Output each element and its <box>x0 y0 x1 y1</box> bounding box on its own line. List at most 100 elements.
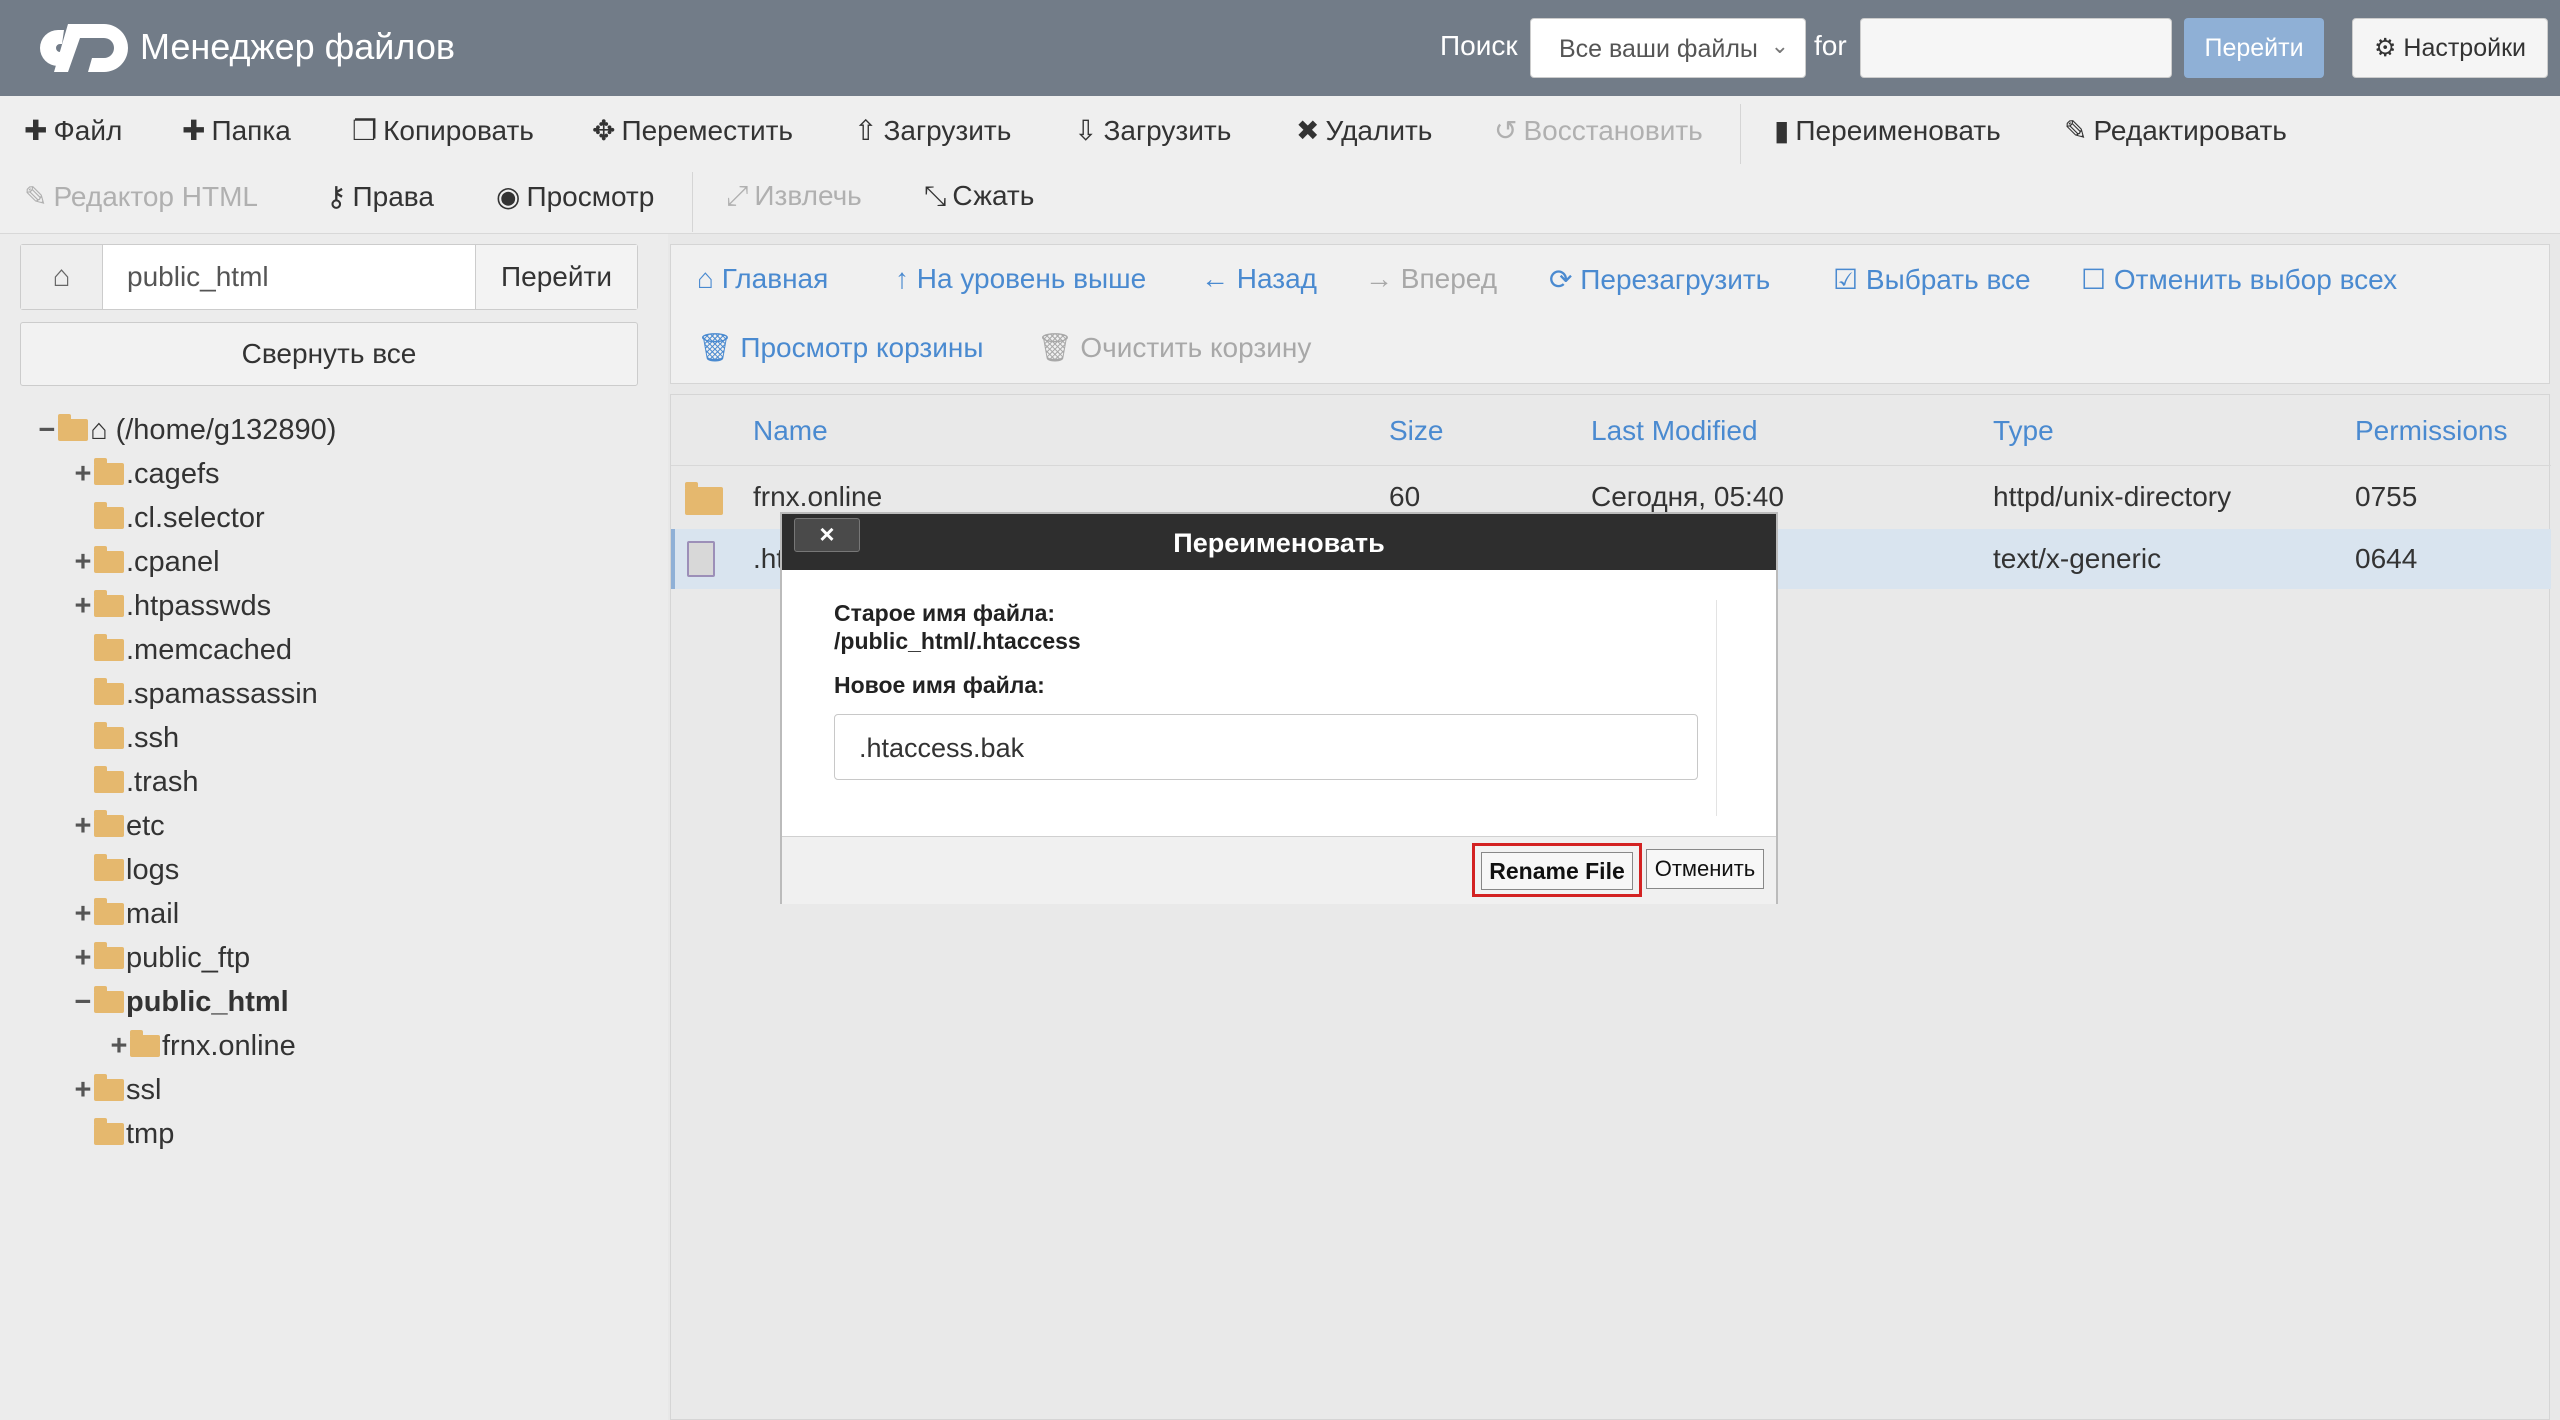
nav-back-button[interactable]: ← Назад <box>1201 263 1317 295</box>
tree-item-label: .ssh <box>126 722 180 754</box>
new-name-input[interactable]: .htaccess.bak <box>834 714 1698 780</box>
tree-item-home[interactable]: − ⌂ (/home/g132890) <box>36 410 336 450</box>
tree-item[interactable]: + public_ftp <box>72 938 250 978</box>
expand-toggle[interactable]: + <box>108 1026 130 1066</box>
search-scope-select[interactable]: Все ваши файлы ⌄ <box>1530 18 1806 78</box>
dialog-scrollbar[interactable] <box>1716 600 1746 816</box>
new-folder-button[interactable]: ✚ Папка <box>182 114 291 147</box>
close-button[interactable]: × <box>794 518 860 552</box>
level-up-icon: ↑ <box>895 263 909 294</box>
search-go-button[interactable]: Перейти <box>2184 18 2324 78</box>
old-name-label: Старое имя файла: <box>834 600 1056 626</box>
nav-home-label: Главная <box>721 263 829 294</box>
permissions-button[interactable]: ⚷ Права <box>326 180 434 213</box>
column-header-type[interactable]: Type <box>1993 415 2054 447</box>
tree-item[interactable]: + .htpasswds <box>72 586 271 626</box>
folder-icon <box>94 590 124 617</box>
plus-icon: ✚ <box>182 115 206 146</box>
copy-button[interactable]: ❐ Копировать <box>352 114 534 147</box>
view-button[interactable]: ◉ Просмотр <box>496 180 654 213</box>
tree-item[interactable]: logs <box>72 850 179 890</box>
app-title: Менеджер файлов <box>140 26 455 67</box>
tree-item-label: .cagefs <box>126 458 220 490</box>
expand-toggle[interactable]: + <box>72 938 94 978</box>
column-header-size[interactable]: Size <box>1389 415 1443 447</box>
tree-item-selected[interactable]: − public_html <box>72 982 289 1022</box>
rename-button[interactable]: ▮ Переименовать <box>1774 114 2001 147</box>
tree-item[interactable]: + .cagefs <box>72 454 220 494</box>
collapse-toggle[interactable]: − <box>36 410 58 450</box>
folder-icon <box>94 458 124 485</box>
tree-item-label: frnx.online <box>162 1030 296 1062</box>
tree-item[interactable]: .trash <box>72 762 199 802</box>
cell-type: httpd/unix-directory <box>1993 481 2232 512</box>
download-button[interactable]: ⇩ Загрузить <box>1074 114 1231 147</box>
view-trash-button[interactable]: 🗑 Просмотр корзины <box>697 331 983 364</box>
restore-button[interactable]: ↺ Восстановить <box>1494 114 1703 147</box>
tree-item-label: mail <box>126 898 180 930</box>
move-button[interactable]: ✥ Переместить <box>592 114 793 147</box>
nav-home-button[interactable]: ⌂ Главная <box>697 263 828 295</box>
path-input[interactable]: public_html <box>127 261 269 293</box>
expand-toggle[interactable]: + <box>72 586 94 626</box>
tree-item[interactable]: + mail <box>72 894 179 934</box>
tree-item[interactable]: .memcached <box>72 630 292 670</box>
download-icon: ⇩ <box>1074 115 1098 146</box>
nav-reload-button[interactable]: ⟳ Перезагрузить <box>1549 263 1770 296</box>
unselect-all-button[interactable]: ☐ Отменить выбор всех <box>2081 263 2397 296</box>
upload-button[interactable]: ⇧ Загрузить <box>854 114 1011 147</box>
extract-button[interactable]: ⤢ Извлечь <box>726 180 862 213</box>
delete-label: Удалить <box>1325 115 1433 146</box>
tree-item[interactable]: + .cpanel <box>72 542 220 582</box>
expand-toggle[interactable]: + <box>72 542 94 582</box>
folder-icon <box>94 546 124 573</box>
folder-icon <box>94 1118 124 1145</box>
expand-toggle[interactable]: + <box>72 894 94 934</box>
edit-button[interactable]: ✎ Редактировать <box>2064 114 2287 147</box>
collapse-toggle[interactable]: − <box>72 982 94 1022</box>
nav-forward-button[interactable]: → Вперед <box>1365 263 1497 295</box>
tree-item[interactable]: + etc <box>72 806 165 846</box>
select-all-button[interactable]: ☑ Выбрать все <box>1833 263 2031 296</box>
sidebar: ⌂ public_html Перейти Свернуть все − ⌂ (/… <box>0 234 668 1420</box>
for-label: for <box>1814 30 1847 61</box>
new-file-button[interactable]: ✚ Файл <box>24 114 122 147</box>
extract-label: Извлечь <box>754 180 862 211</box>
tree-item[interactable]: + frnx.online <box>108 1026 296 1066</box>
tree-item[interactable]: .cl.selector <box>72 498 265 538</box>
empty-trash-button[interactable]: 🗑 Очистить корзину <box>1037 331 1311 364</box>
folder-icon <box>130 1030 160 1057</box>
folder-icon <box>94 1074 124 1101</box>
move-icon: ✥ <box>592 115 616 146</box>
cell-size: 60 <box>1389 481 1421 512</box>
chevron-down-icon: ⌄ <box>1770 33 1789 58</box>
html-editor-button[interactable]: ✎ Редактор HTML <box>24 180 258 213</box>
column-header-name[interactable]: Name <box>753 415 828 447</box>
tree-item[interactable]: + ssl <box>72 1070 161 1110</box>
tree-item[interactable]: tmp <box>72 1114 174 1154</box>
move-label: Переместить <box>621 115 794 146</box>
collapse-all-button[interactable]: Свернуть все <box>20 322 638 386</box>
table-header-divider <box>671 465 2551 466</box>
column-header-modified[interactable]: Last Modified <box>1591 415 1758 447</box>
cancel-button[interactable]: Отменить <box>1646 849 1764 889</box>
delete-button[interactable]: ✖ Удалить <box>1296 114 1432 147</box>
nav-reload-label: Перезагрузить <box>1580 264 1771 295</box>
toolbar: ✚ Файл ✚ Папка ❐ Копировать ✥ Переместить ⇧ З… <box>0 96 2560 234</box>
expand-toggle[interactable]: + <box>72 454 94 494</box>
tree-item-label: etc <box>126 810 165 842</box>
tree-item-label: .htpasswds <box>126 590 272 622</box>
expand-toggle[interactable]: + <box>72 806 94 846</box>
nav-up-button[interactable]: ↑ На уровень выше <box>895 263 1146 295</box>
expand-toggle[interactable]: + <box>72 1070 94 1110</box>
tree-item[interactable]: .spamassassin <box>72 674 318 714</box>
column-header-permissions[interactable]: Permissions <box>2355 415 2507 447</box>
settings-button[interactable]: ⚙ Настройки <box>2352 18 2548 78</box>
rename-file-button[interactable]: Rename File <box>1472 843 1642 897</box>
path-go-button[interactable]: Перейти <box>475 245 637 309</box>
tree-item[interactable]: .ssh <box>72 718 179 758</box>
search-input[interactable] <box>1860 18 2172 78</box>
compress-button[interactable]: ⤡ Сжать <box>924 180 1034 213</box>
home-icon[interactable]: ⌂ <box>21 245 103 309</box>
nav-up-label: На уровень выше <box>916 263 1147 294</box>
